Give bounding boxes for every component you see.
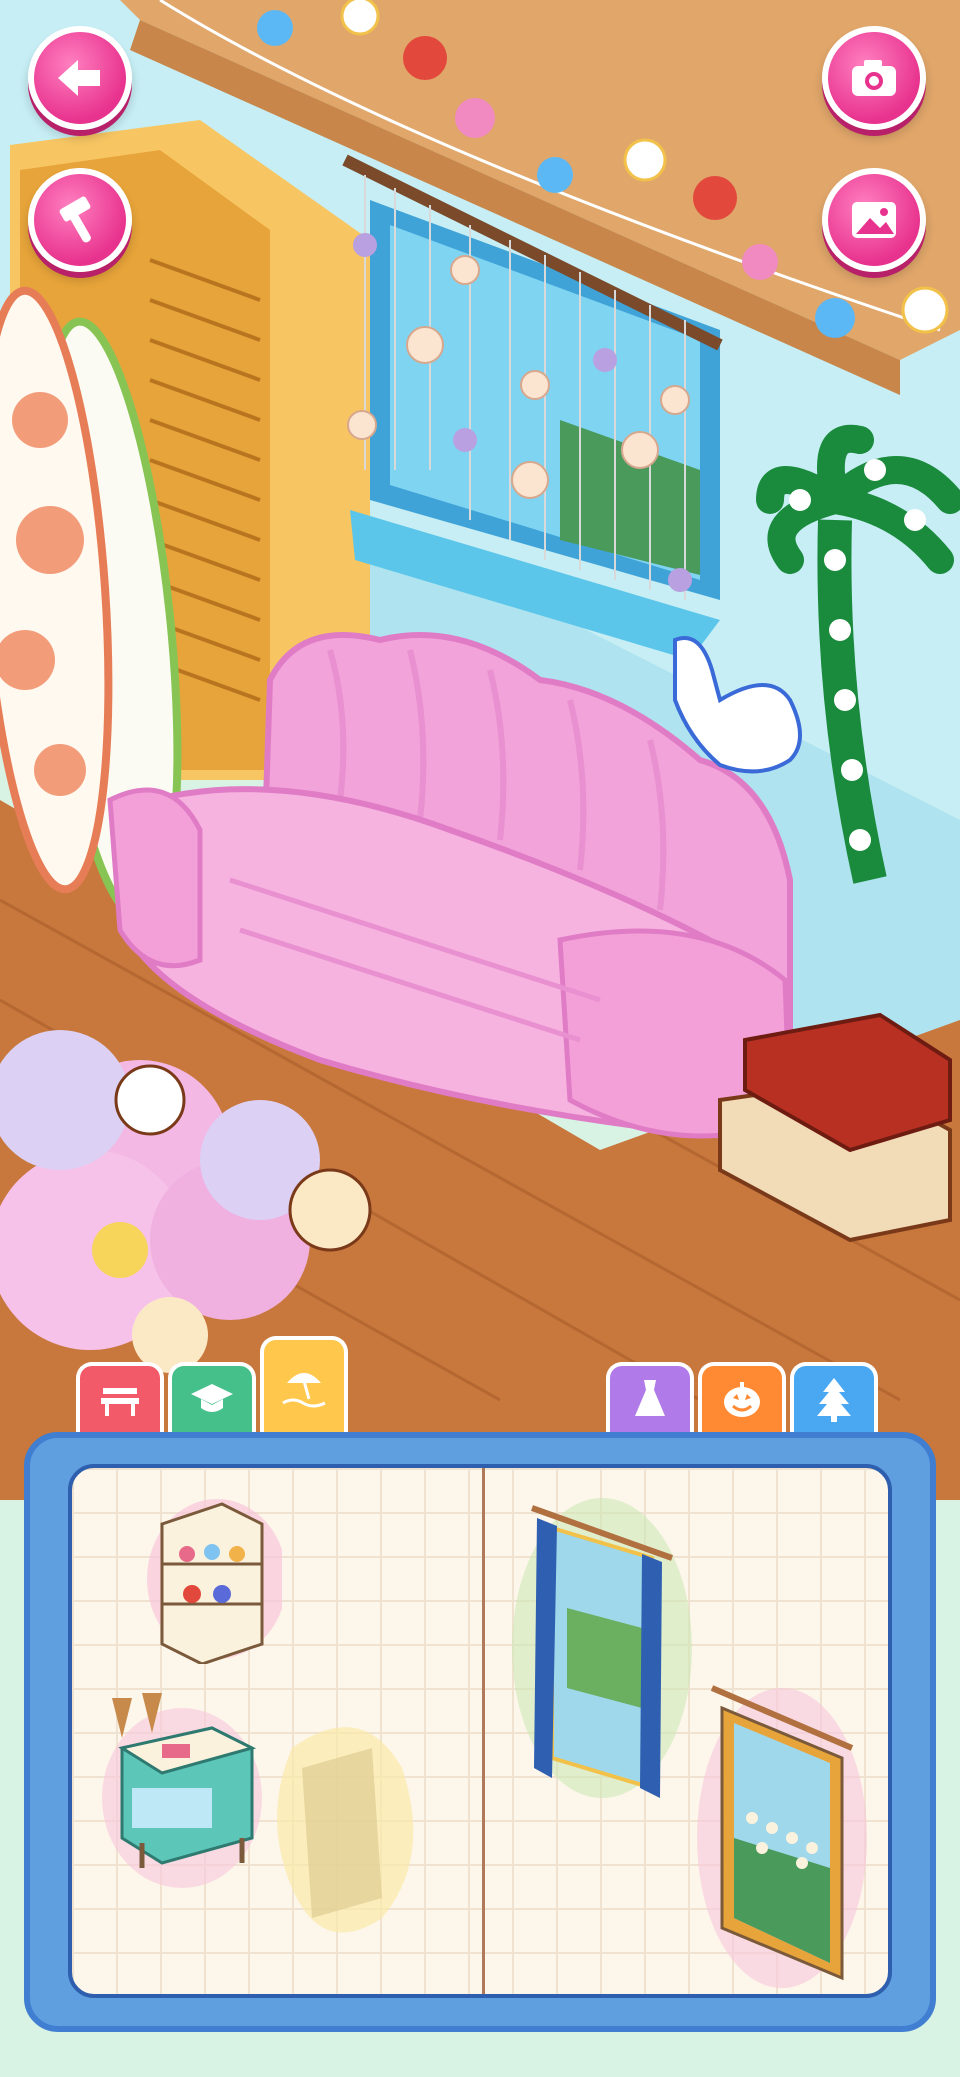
catalog-panel (24, 1432, 936, 2032)
catalog-book (68, 1464, 892, 1998)
image-icon (852, 202, 896, 238)
tab-halloween[interactable] (698, 1362, 786, 1432)
book-spine (482, 1468, 485, 1994)
tab-christmas[interactable] (790, 1362, 878, 1432)
beach-umbrella-icon (282, 1373, 326, 1408)
hammer-icon (59, 196, 91, 243)
shelf-icon (147, 1499, 282, 1664)
dress-icon (635, 1380, 665, 1416)
tab-fashion[interactable] (606, 1362, 694, 1432)
back-button[interactable] (28, 26, 132, 130)
camera-icon (852, 60, 896, 96)
bench-icon (101, 1388, 139, 1416)
pumpkin-icon (724, 1382, 760, 1417)
tab-school[interactable] (168, 1362, 256, 1432)
tab-furniture[interactable] (76, 1362, 164, 1432)
gallery-button[interactable] (822, 168, 926, 272)
catalog-item-locked-placeholder[interactable] (262, 1708, 422, 1948)
window-icon (697, 1685, 867, 1988)
pine-tree-icon (817, 1378, 851, 1422)
catalog-item-seashell-curtain-window[interactable] (692, 1668, 872, 1988)
placeholder-icon (277, 1727, 414, 1933)
arrow-left-icon (58, 60, 100, 96)
catalog-item-flower-shelf[interactable] (142, 1494, 282, 1664)
camera-button[interactable] (822, 26, 926, 130)
catalog-item-ice-cream-cart[interactable] (102, 1688, 262, 1888)
tab-beach[interactable] (260, 1336, 348, 1432)
window-icon (512, 1498, 692, 1798)
catalog-item-curtain-window[interactable] (512, 1488, 692, 1818)
graduation-cap-icon (191, 1384, 233, 1412)
build-mode-button[interactable] (28, 168, 132, 272)
ice-cream-cart-icon (102, 1693, 262, 1888)
